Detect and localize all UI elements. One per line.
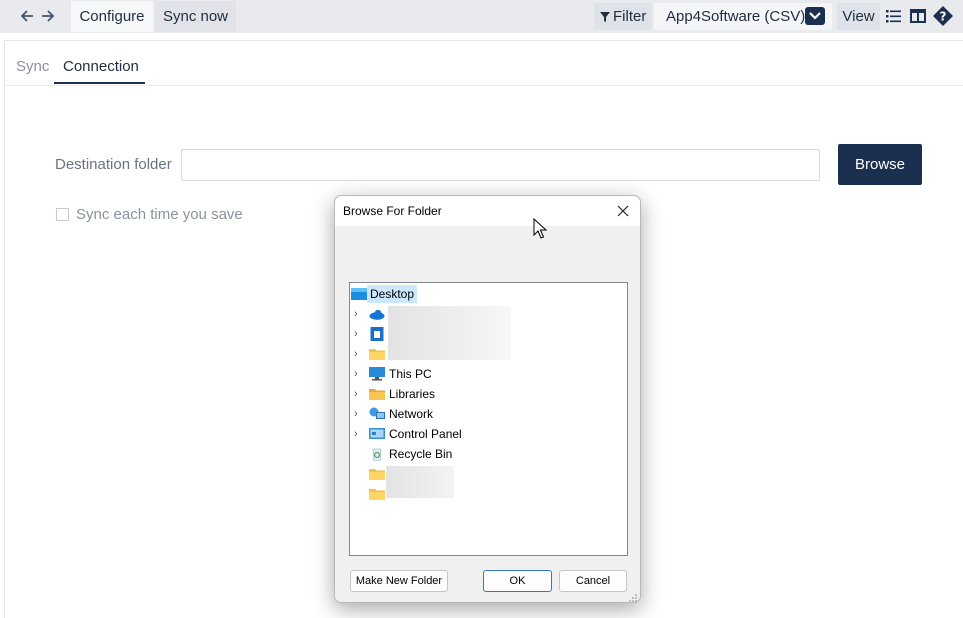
tree-item-folder[interactable]: [350, 484, 627, 504]
top-toolbar: Configure Sync now Filter App4Software (…: [0, 0, 963, 33]
source-select[interactable]: App4Software (CSV): [654, 3, 832, 30]
chevron-right-icon[interactable]: ›: [354, 364, 364, 384]
make-new-folder-button[interactable]: Make New Folder: [350, 570, 448, 592]
chevron-right-icon[interactable]: ›: [354, 304, 364, 324]
help-icon[interactable]: ?: [932, 5, 954, 27]
network-icon: [369, 407, 385, 421]
tree-item-label: Control Panel: [389, 427, 462, 441]
tree-item-libraries[interactable]: › Libraries: [350, 384, 627, 404]
ok-button[interactable]: OK: [483, 570, 552, 592]
tree-item-folder[interactable]: ›: [350, 344, 627, 364]
user-folder-icon: [369, 327, 385, 341]
chevron-right-icon[interactable]: ›: [354, 404, 364, 424]
filter-label: Filter: [613, 8, 647, 25]
tree-item-label: Network: [389, 407, 434, 421]
view-button[interactable]: View: [837, 3, 880, 30]
destination-folder-input[interactable]: [181, 149, 820, 181]
tree-item-desktop[interactable]: Desktop: [350, 284, 627, 304]
tree-item-label: Desktop: [370, 287, 415, 301]
chevron-right-icon[interactable]: ›: [354, 324, 364, 344]
close-icon[interactable]: [611, 200, 635, 222]
subtab-bar: Sync Connection: [4, 40, 963, 86]
tab-sync[interactable]: Sync: [16, 57, 49, 77]
libraries-folder-icon: [369, 387, 385, 401]
sync-each-save-label: Sync each time you save: [76, 206, 243, 223]
tree-item-folder[interactable]: [350, 464, 627, 484]
filter-button[interactable]: Filter: [594, 3, 652, 30]
folder-icon: [369, 467, 385, 481]
chevron-right-icon[interactable]: ›: [354, 424, 364, 444]
list-icon[interactable]: [884, 6, 904, 26]
desktop-icon: [351, 287, 367, 301]
browse-button[interactable]: Browse: [838, 144, 922, 185]
tab-configure[interactable]: Configure: [71, 1, 153, 32]
resize-grip-icon[interactable]: [628, 590, 638, 602]
tab-connection[interactable]: Connection: [63, 57, 139, 77]
folder-icon: [369, 347, 385, 361]
tree-item-label: This PC: [389, 367, 432, 381]
browse-folder-dialog: Browse For Folder Desktop › › › › This P…: [334, 195, 641, 603]
control-panel-icon: [369, 427, 385, 441]
tree-item-user[interactable]: ›: [350, 324, 627, 344]
tree-item-control-panel[interactable]: › Control Panel: [350, 424, 627, 444]
arrow-right-icon[interactable]: [39, 6, 57, 26]
chevron-down-icon[interactable]: [805, 7, 825, 25]
tree-item-network[interactable]: › Network: [350, 404, 627, 424]
active-tab-indicator: [54, 82, 145, 84]
onedrive-cloud-icon: [369, 307, 385, 321]
chevron-right-icon[interactable]: ›: [354, 344, 364, 364]
funnel-icon: [600, 3, 610, 41]
dialog-title: Browse For Folder: [343, 204, 442, 218]
tab-sync-now[interactable]: Sync now: [155, 1, 236, 32]
arrow-left-icon[interactable]: [18, 6, 36, 26]
folder-icon: [369, 487, 385, 501]
computer-icon: [369, 367, 385, 381]
tree-item-label: Recycle Bin: [389, 447, 453, 461]
chevron-right-icon[interactable]: ›: [354, 384, 364, 404]
tree-item-label: Libraries: [389, 387, 436, 401]
cancel-button[interactable]: Cancel: [559, 570, 627, 592]
recycle-bin-icon: [369, 447, 385, 462]
tree-item-onedrive[interactable]: ›: [350, 304, 627, 324]
mouse-cursor-icon: [533, 217, 549, 240]
tree-item-recycle-bin[interactable]: Recycle Bin: [350, 444, 627, 464]
sync-each-save-checkbox[interactable]: [56, 208, 69, 221]
layout-icon[interactable]: [908, 6, 928, 26]
tree-item-this-pc[interactable]: › This PC: [350, 364, 627, 384]
dialog-titlebar[interactable]: Browse For Folder: [335, 196, 640, 226]
destination-folder-label: Destination folder: [55, 156, 172, 173]
svg-text:?: ?: [940, 10, 947, 24]
source-select-value: App4Software (CSV): [666, 8, 806, 25]
folder-tree[interactable]: Desktop › › › › This PC › Libraries › Ne…: [349, 282, 628, 556]
